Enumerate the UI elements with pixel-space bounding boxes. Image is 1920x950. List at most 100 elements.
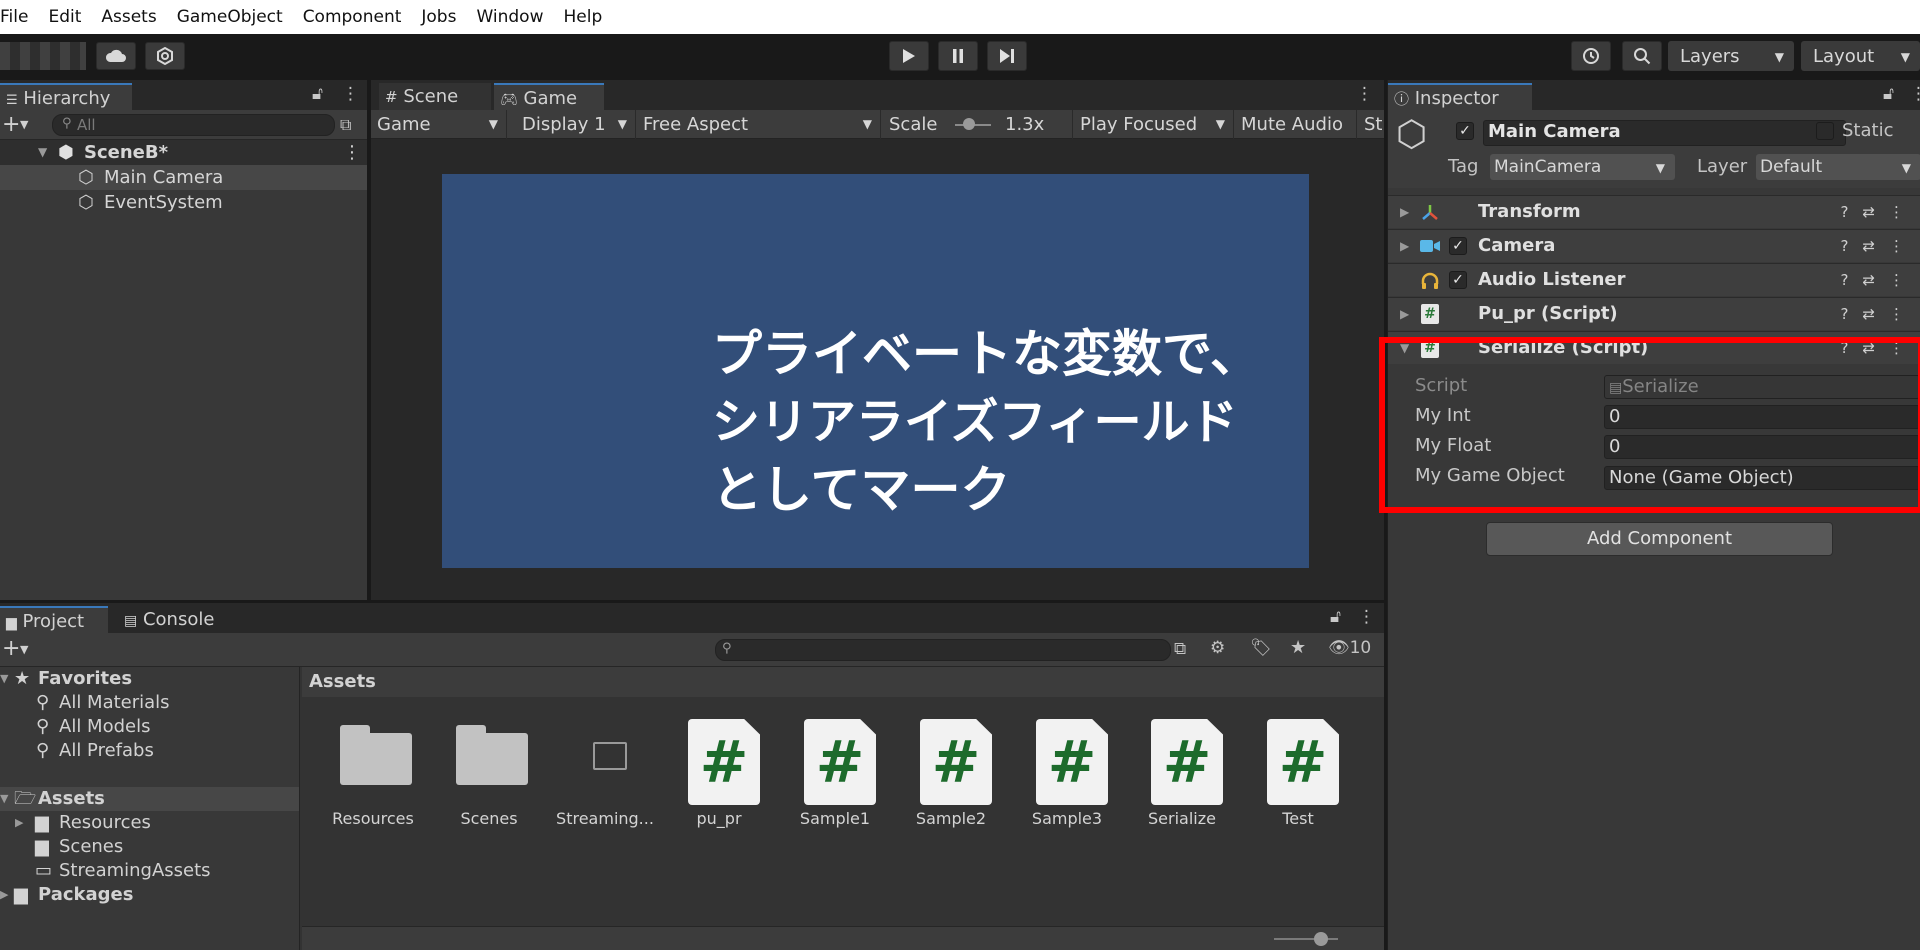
active-checkbox[interactable]: ✓ [1456, 122, 1474, 140]
component-camera[interactable]: ▶ ✓ Camera ?⇄⋮ [1388, 229, 1920, 262]
project-search-input[interactable] [715, 639, 1171, 661]
collapse-arrow-icon[interactable]: ▼ [0, 787, 8, 811]
expand-arrow-icon[interactable]: ▶ [1400, 230, 1409, 262]
layout-dropdown[interactable]: Layout ▼ [1801, 41, 1920, 71]
preset-icon[interactable]: ⇄ [1862, 339, 1889, 357]
menu-file[interactable]: File [0, 0, 38, 34]
hierarchy-search-input[interactable]: All [52, 114, 335, 136]
kebab-menu-icon[interactable]: ⋮ [342, 84, 359, 104]
tree-favorites[interactable]: ▼ ★ Favorites [0, 667, 299, 691]
step-button[interactable] [987, 41, 1027, 71]
kebab-menu-icon[interactable]: ⋮ [1889, 203, 1918, 221]
lock-icon[interactable]: 🔓︎ [312, 84, 323, 104]
my-float-field[interactable]: 0 [1604, 435, 1920, 459]
tab-console[interactable]: ▤ Console [118, 606, 242, 633]
preset-icon[interactable]: ⇄ [1862, 237, 1889, 255]
history-button[interactable] [1571, 41, 1611, 71]
kebab-menu-icon[interactable]: ⋮ [1910, 84, 1920, 104]
component-enabled-checkbox[interactable]: ✓ [1449, 237, 1467, 255]
kebab-menu-icon[interactable]: ⋮ [1889, 305, 1918, 323]
game-viewport[interactable]: プライベートな変数で、 シリアライズフィールド としてマーク [442, 174, 1309, 568]
tree-item-scenes[interactable]: ▆ Scenes [0, 835, 299, 859]
expand-arrow-icon[interactable]: ▶ [1400, 196, 1409, 228]
menu-assets[interactable]: Assets [91, 0, 166, 34]
my-game-object-field[interactable]: None (Game Object) [1604, 466, 1920, 490]
component-enabled-checkbox[interactable]: ✓ [1449, 271, 1467, 289]
account-avatar[interactable] [0, 42, 86, 70]
tag-dropdown[interactable]: MainCamera ▼ [1490, 154, 1675, 180]
pause-button[interactable] [938, 41, 978, 71]
kebab-menu-icon[interactable]: ⋮ [1889, 237, 1918, 255]
tag-icon[interactable]: 🏷︎ [1250, 638, 1272, 658]
preset-icon[interactable]: ⇄ [1862, 271, 1889, 289]
tree-item-all-prefabs[interactable]: ⚲ All Prefabs [0, 739, 299, 763]
expand-arrow-icon[interactable]: ▶ [15, 811, 23, 835]
kebab-menu-icon[interactable]: ⋮ [1889, 271, 1918, 289]
tree-item-all-models[interactable]: ⚲ All Models [0, 715, 299, 739]
help-icon[interactable]: ? [1840, 305, 1862, 323]
add-component-button[interactable]: Add Component [1486, 522, 1833, 556]
kebab-menu-icon[interactable]: ⋮ [1356, 84, 1373, 104]
mute-audio-toggle[interactable]: Mute Audio [1235, 110, 1357, 139]
scene-search-icon[interactable]: ⧉ [340, 115, 351, 135]
search-button[interactable] [1622, 41, 1662, 71]
tab-scene[interactable]: # Scene [379, 83, 491, 110]
stats-toggle[interactable]: St [1358, 110, 1384, 139]
tree-item-streaming-assets[interactable]: ▭ StreamingAssets [0, 859, 299, 883]
menu-edit[interactable]: Edit [38, 0, 91, 34]
aspect-dropdown[interactable]: Free Aspect ▼ [637, 110, 881, 139]
tab-project[interactable]: ▆ Project [0, 606, 108, 633]
game-mode-dropdown[interactable]: Game ▼ [371, 110, 507, 139]
menu-window[interactable]: Window [466, 0, 553, 34]
chevron-down-icon[interactable]: ▼ [20, 643, 28, 656]
tree-packages[interactable]: ▶ ▆ Packages [0, 883, 299, 907]
search-window-icon[interactable]: ⧉ [1174, 639, 1186, 659]
hidden-packages-toggle[interactable]: 👁︎10 [1328, 638, 1371, 658]
component-pu-pr-script[interactable]: ▶ # Pu_pr (Script) ?⇄⋮ [1388, 297, 1920, 330]
play-button[interactable] [889, 41, 929, 71]
preset-icon[interactable]: ⇄ [1862, 203, 1889, 221]
tree-item-resources[interactable]: ▶ ▆ Resources [0, 811, 299, 835]
cloud-button[interactable] [96, 42, 136, 70]
display-dropdown[interactable]: Display 1 ▼ [516, 110, 636, 139]
tree-item-all-materials[interactable]: ⚲ All Materials [0, 691, 299, 715]
help-icon[interactable]: ? [1840, 271, 1862, 289]
play-focus-dropdown[interactable]: Play Focused ▼ [1074, 110, 1234, 139]
scale-slider-handle[interactable] [963, 118, 975, 130]
expand-arrow-icon[interactable]: ▼ [38, 140, 47, 165]
kebab-menu-icon[interactable]: ⋮ [1889, 339, 1918, 357]
lock-icon[interactable]: 🔓︎ [1883, 84, 1894, 104]
scene-row[interactable]: ▼ ⬢ SceneB* ⋮ [0, 140, 367, 165]
tab-hierarchy[interactable]: ☰ Hierarchy [0, 83, 132, 110]
expand-arrow-icon[interactable]: ▶ [1400, 298, 1409, 330]
my-int-field[interactable]: 0 [1604, 405, 1920, 429]
object-name-field[interactable]: Main Camera [1483, 120, 1846, 146]
scale-control[interactable]: Scale 1.3x [883, 110, 1073, 139]
star-icon[interactable]: ★ [1290, 637, 1306, 658]
menu-component[interactable]: Component [293, 0, 412, 34]
menu-help[interactable]: Help [553, 0, 612, 34]
menu-jobs[interactable]: Jobs [411, 0, 466, 34]
add-button[interactable]: + [2, 636, 20, 661]
hierarchy-item-eventsystem[interactable]: ⬡ EventSystem [0, 190, 367, 215]
collab-button[interactable] [145, 42, 185, 70]
help-icon[interactable]: ? [1840, 339, 1862, 357]
tab-game[interactable]: 🎮︎ Game [494, 83, 604, 110]
icon-size-slider-track[interactable] [1274, 938, 1338, 940]
tree-assets[interactable]: ▼ 🗁︎ Assets [0, 787, 299, 811]
help-icon[interactable]: ? [1840, 237, 1862, 255]
kebab-menu-icon[interactable]: ⋮ [1358, 607, 1375, 627]
collapse-arrow-icon[interactable]: ▼ [1400, 332, 1409, 364]
menu-gameobject[interactable]: GameObject [167, 0, 293, 34]
tab-inspector[interactable]: ⓘ Inspector [1388, 83, 1532, 110]
icon-size-slider-handle[interactable] [1314, 932, 1328, 946]
chevron-down-icon[interactable]: ▼ [20, 118, 28, 131]
add-button[interactable]: + [2, 112, 20, 137]
collapse-arrow-icon[interactable]: ▼ [0, 667, 8, 691]
layer-dropdown[interactable]: Default ▼ [1756, 154, 1920, 180]
layers-dropdown[interactable]: Layers ▼ [1668, 41, 1794, 71]
filter-type-icon[interactable]: ⚙ [1210, 638, 1225, 658]
expand-arrow-icon[interactable]: ▶ [0, 883, 8, 907]
preset-icon[interactable]: ⇄ [1862, 305, 1889, 323]
help-icon[interactable]: ? [1840, 203, 1862, 221]
